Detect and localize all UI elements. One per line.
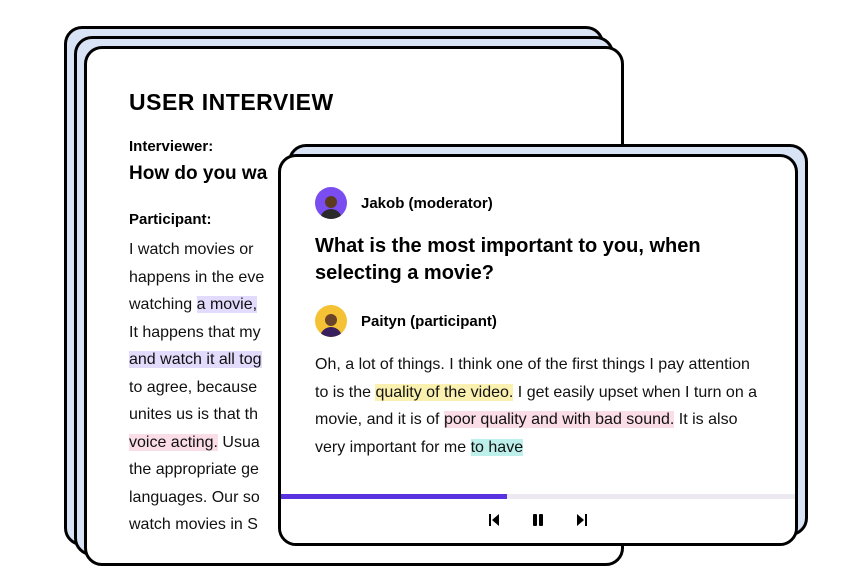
highlight-lavender: a movie,: [197, 296, 257, 313]
body-line: watch movies in S: [129, 516, 258, 533]
next-button[interactable]: [571, 509, 593, 531]
body-line: It happens that my: [129, 324, 261, 341]
skip-previous-icon: [486, 512, 502, 528]
body-line: happens in the eve: [129, 269, 264, 286]
body-line: unites us is that th: [129, 406, 258, 423]
player-response: Oh, a lot of things. I think one of the …: [315, 351, 761, 461]
previous-button[interactable]: [483, 509, 505, 531]
body-line: to agree, because: [129, 379, 257, 396]
highlight-pink: voice acting.: [129, 434, 218, 451]
highlight-yellow: quality of the video.: [375, 384, 513, 401]
skip-next-icon: [574, 512, 590, 528]
player-card: Jakob (moderator) What is the most impor…: [278, 154, 798, 546]
pause-icon: [530, 512, 546, 528]
playback-controls: [281, 499, 795, 543]
document-title: USER INTERVIEW: [129, 89, 579, 116]
participant-name: Paityn (participant): [361, 313, 497, 330]
body-line: languages. Our so: [129, 489, 260, 506]
body-line: Usua: [218, 434, 260, 451]
avatar-moderator: [315, 187, 347, 219]
player-question: What is the most important to you, when …: [315, 233, 761, 287]
pause-button[interactable]: [527, 509, 549, 531]
body-line: the appropriate ge: [129, 461, 259, 478]
body-line: I watch movies or: [129, 241, 253, 258]
highlight-cyan: to have: [471, 439, 523, 456]
body-line: watching: [129, 296, 197, 313]
highlight-pink: poor quality and with bad sound.: [444, 411, 674, 428]
moderator-name: Jakob (moderator): [361, 195, 493, 212]
player-controls-region: [281, 494, 795, 543]
speaker-row-moderator: Jakob (moderator): [315, 187, 761, 219]
speaker-row-participant: Paityn (participant): [315, 305, 761, 337]
highlight-lavender: and watch it all tog: [129, 351, 262, 368]
avatar-participant: [315, 305, 347, 337]
